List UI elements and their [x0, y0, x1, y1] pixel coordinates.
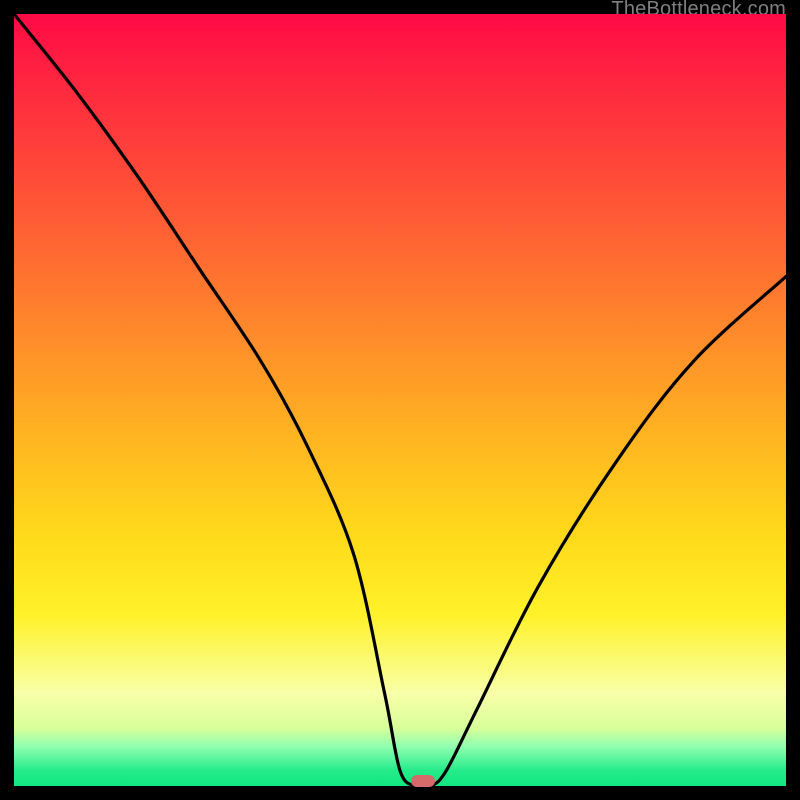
- bottleneck-chart: TheBottleneck.com: [0, 0, 800, 800]
- optimum-marker: [411, 775, 435, 787]
- plot-area: [14, 14, 786, 786]
- curve-layer: [14, 14, 786, 786]
- bottleneck-curve: [14, 14, 786, 786]
